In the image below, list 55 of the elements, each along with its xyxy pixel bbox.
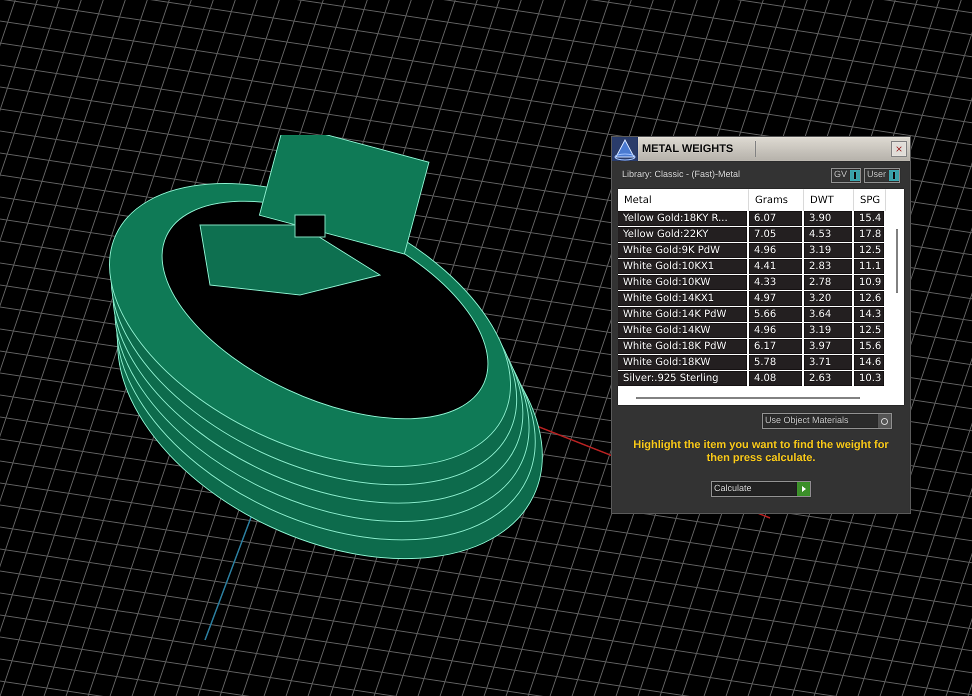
table-cell: 4.33 xyxy=(749,275,804,291)
table-cell: 6.07 xyxy=(749,211,804,227)
table-cell: 7.05 xyxy=(749,227,804,243)
panel-title: METAL WEIGHTS xyxy=(642,140,756,158)
table-cell: 3.19 xyxy=(804,243,854,259)
table-cell: 6.17 xyxy=(749,339,804,355)
table-cell: White Gold:10KW xyxy=(618,275,749,291)
table-cell: 3.64 xyxy=(804,307,854,323)
pyramid-logo-icon xyxy=(612,137,638,161)
table-cell: 5.78 xyxy=(749,355,804,371)
table-cell: 14.3 xyxy=(854,307,886,323)
table-cell: Yellow Gold:22KY xyxy=(618,227,749,243)
calculate-button[interactable]: Calculate xyxy=(711,481,811,497)
table-cell: 4.41 xyxy=(749,259,804,275)
table-cell: 4.96 xyxy=(749,243,804,259)
table-cell: 3.20 xyxy=(804,291,854,307)
table-cell: White Gold:14KX1 xyxy=(618,291,749,307)
table-cell: 5.66 xyxy=(749,307,804,323)
table-cell: Yellow Gold:18KY R... xyxy=(618,211,749,227)
table-cell: White Gold:9K PdW xyxy=(618,243,749,259)
table-cell: 3.19 xyxy=(804,323,854,339)
table-cell: 14.6 xyxy=(854,355,886,371)
close-button[interactable]: × xyxy=(891,141,907,157)
table-cell: 4.08 xyxy=(749,371,804,387)
table-cell: 2.63 xyxy=(804,371,854,387)
table-cell: 15.4 xyxy=(854,211,886,227)
table-cell: 12.5 xyxy=(854,323,886,339)
toggle-button[interactable]: User xyxy=(864,168,900,182)
use-object-materials-toggle[interactable]: Use Object Materials xyxy=(762,413,892,429)
table-cell: 12.5 xyxy=(854,243,886,259)
table-cell: 11.1 xyxy=(854,259,886,275)
table-cell: 10.3 xyxy=(854,371,886,387)
table-cell: 2.83 xyxy=(804,259,854,275)
table-cell: 12.6 xyxy=(854,291,886,307)
play-icon xyxy=(797,482,810,496)
table-cell: 3.90 xyxy=(804,211,854,227)
table-cell: 10.9 xyxy=(854,275,886,291)
table-cell: 15.6 xyxy=(854,339,886,355)
table-cell: 4.96 xyxy=(749,323,804,339)
table-cell: White Gold:18K PdW xyxy=(618,339,749,355)
table-cell: 2.78 xyxy=(804,275,854,291)
table-cell: White Gold:10KX1 xyxy=(618,259,749,275)
table-cell: White Gold:14KW xyxy=(618,323,749,339)
vertical-scrollbar xyxy=(896,229,898,293)
table-cell: 4.97 xyxy=(749,291,804,307)
table-cell: 3.97 xyxy=(804,339,854,355)
table-cell: 17.8 xyxy=(854,227,886,243)
table-cell: White Gold:14K PdW xyxy=(618,307,749,323)
hint-text: Highlight the item you want to find the weight for then press calculate. xyxy=(632,439,890,465)
table-cell: Silver:.925 Sterling xyxy=(618,371,749,387)
table-cell: 4.53 xyxy=(804,227,854,243)
table-cell: 3.71 xyxy=(804,355,854,371)
toggle-button[interactable]: GV xyxy=(830,168,861,182)
table-cell: White Gold:18KW xyxy=(618,355,749,371)
library-label: Library: Classic - (Fast)-Metal xyxy=(622,168,742,182)
